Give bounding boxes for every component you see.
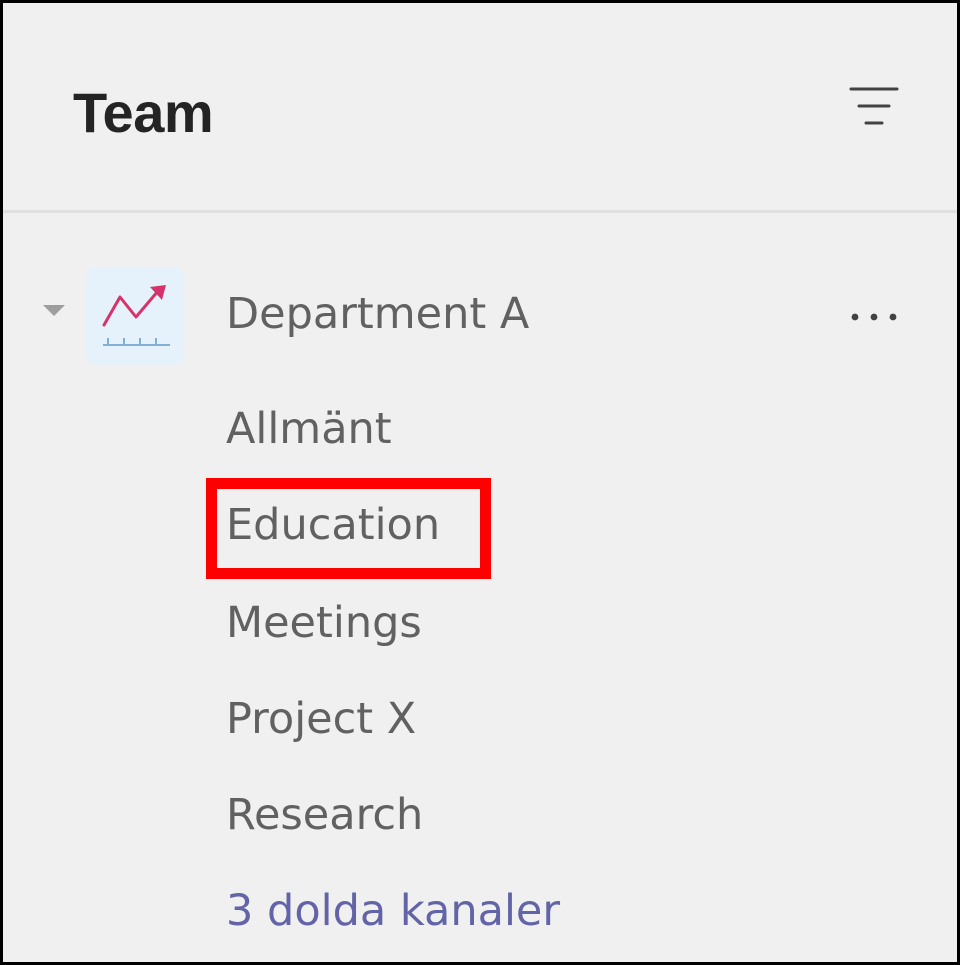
hidden-channels-link[interactable]: 3 dolda kanaler xyxy=(226,883,560,939)
teams-panel: Team Department A Allmänt Education Meet… xyxy=(0,0,960,965)
channel-allmant[interactable]: Allmänt xyxy=(226,401,392,457)
trend-chart-icon xyxy=(102,285,170,346)
filter-icon[interactable] xyxy=(839,79,909,135)
more-options-icon[interactable] xyxy=(841,295,907,339)
team-avatar xyxy=(86,267,184,365)
team-item-department-a[interactable]: Department A xyxy=(3,259,957,371)
caret-down-icon[interactable] xyxy=(39,297,69,323)
panel-header: Team xyxy=(3,3,957,213)
channel-education[interactable]: Education xyxy=(226,497,440,553)
channel-project-x[interactable]: Project X xyxy=(226,691,416,747)
channel-research[interactable]: Research xyxy=(226,787,423,843)
page-title: Team xyxy=(73,81,214,144)
channel-meetings[interactable]: Meetings xyxy=(226,595,422,651)
team-name: Department A xyxy=(226,289,530,339)
